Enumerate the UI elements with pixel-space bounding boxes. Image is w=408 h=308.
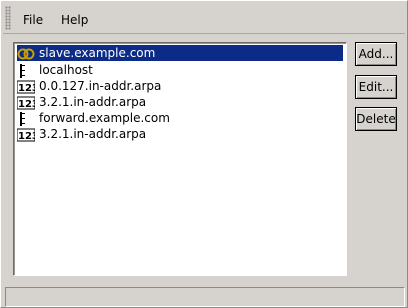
svg-text:123: 123 <box>18 131 35 142</box>
delete-button-label: Delete <box>356 112 396 126</box>
status-bar <box>5 287 405 307</box>
main-window: File Help slave.example.com localhost 12… <box>0 0 408 308</box>
menubar: File Help <box>3 3 405 34</box>
menu-file[interactable]: File <box>21 11 45 29</box>
menubar-grip-handle[interactable] <box>5 6 11 30</box>
add-button[interactable]: Add... <box>355 42 397 66</box>
slave-zone-icon <box>17 47 35 61</box>
zone-name: localhost <box>39 63 93 77</box>
edit-button[interactable]: Edit... <box>355 75 397 99</box>
forward-zone-icon <box>17 63 35 78</box>
zone-row-5[interactable]: 123 3.2.1.in-addr.arpa <box>17 126 146 142</box>
zone-row-4[interactable]: forward.example.com <box>17 110 170 126</box>
menu-file-label: File <box>23 13 44 27</box>
delete-button[interactable]: Delete <box>355 107 397 131</box>
reverse-zone-icon: 123 <box>17 128 35 142</box>
menu-help-label: Help <box>61 13 89 27</box>
zone-row-1[interactable]: localhost <box>17 62 93 78</box>
zone-name: 3.2.1.in-addr.arpa <box>39 95 147 109</box>
zone-name: 3.2.1.in-addr.arpa <box>39 127 147 141</box>
svg-text:123: 123 <box>18 83 35 94</box>
add-button-label: Add... <box>358 47 394 61</box>
zone-name: slave.example.com <box>39 46 156 60</box>
zone-row-2[interactable]: 123 0.0.127.in-addr.arpa <box>17 78 161 94</box>
zone-name: 0.0.127.in-addr.arpa <box>39 79 162 93</box>
reverse-zone-icon: 123 <box>17 96 35 110</box>
zone-row-0[interactable]: slave.example.com <box>17 45 343 61</box>
edit-button-label: Edit... <box>358 80 394 94</box>
forward-zone-icon <box>17 111 35 126</box>
menu-help[interactable]: Help <box>59 11 90 29</box>
reverse-zone-icon: 123 <box>17 80 35 94</box>
zone-row-3[interactable]: 123 3.2.1.in-addr.arpa <box>17 94 146 110</box>
svg-text:123: 123 <box>18 99 35 110</box>
zone-list[interactable]: slave.example.com localhost 123 0.0.127.… <box>13 42 347 276</box>
zone-name: forward.example.com <box>39 111 170 125</box>
